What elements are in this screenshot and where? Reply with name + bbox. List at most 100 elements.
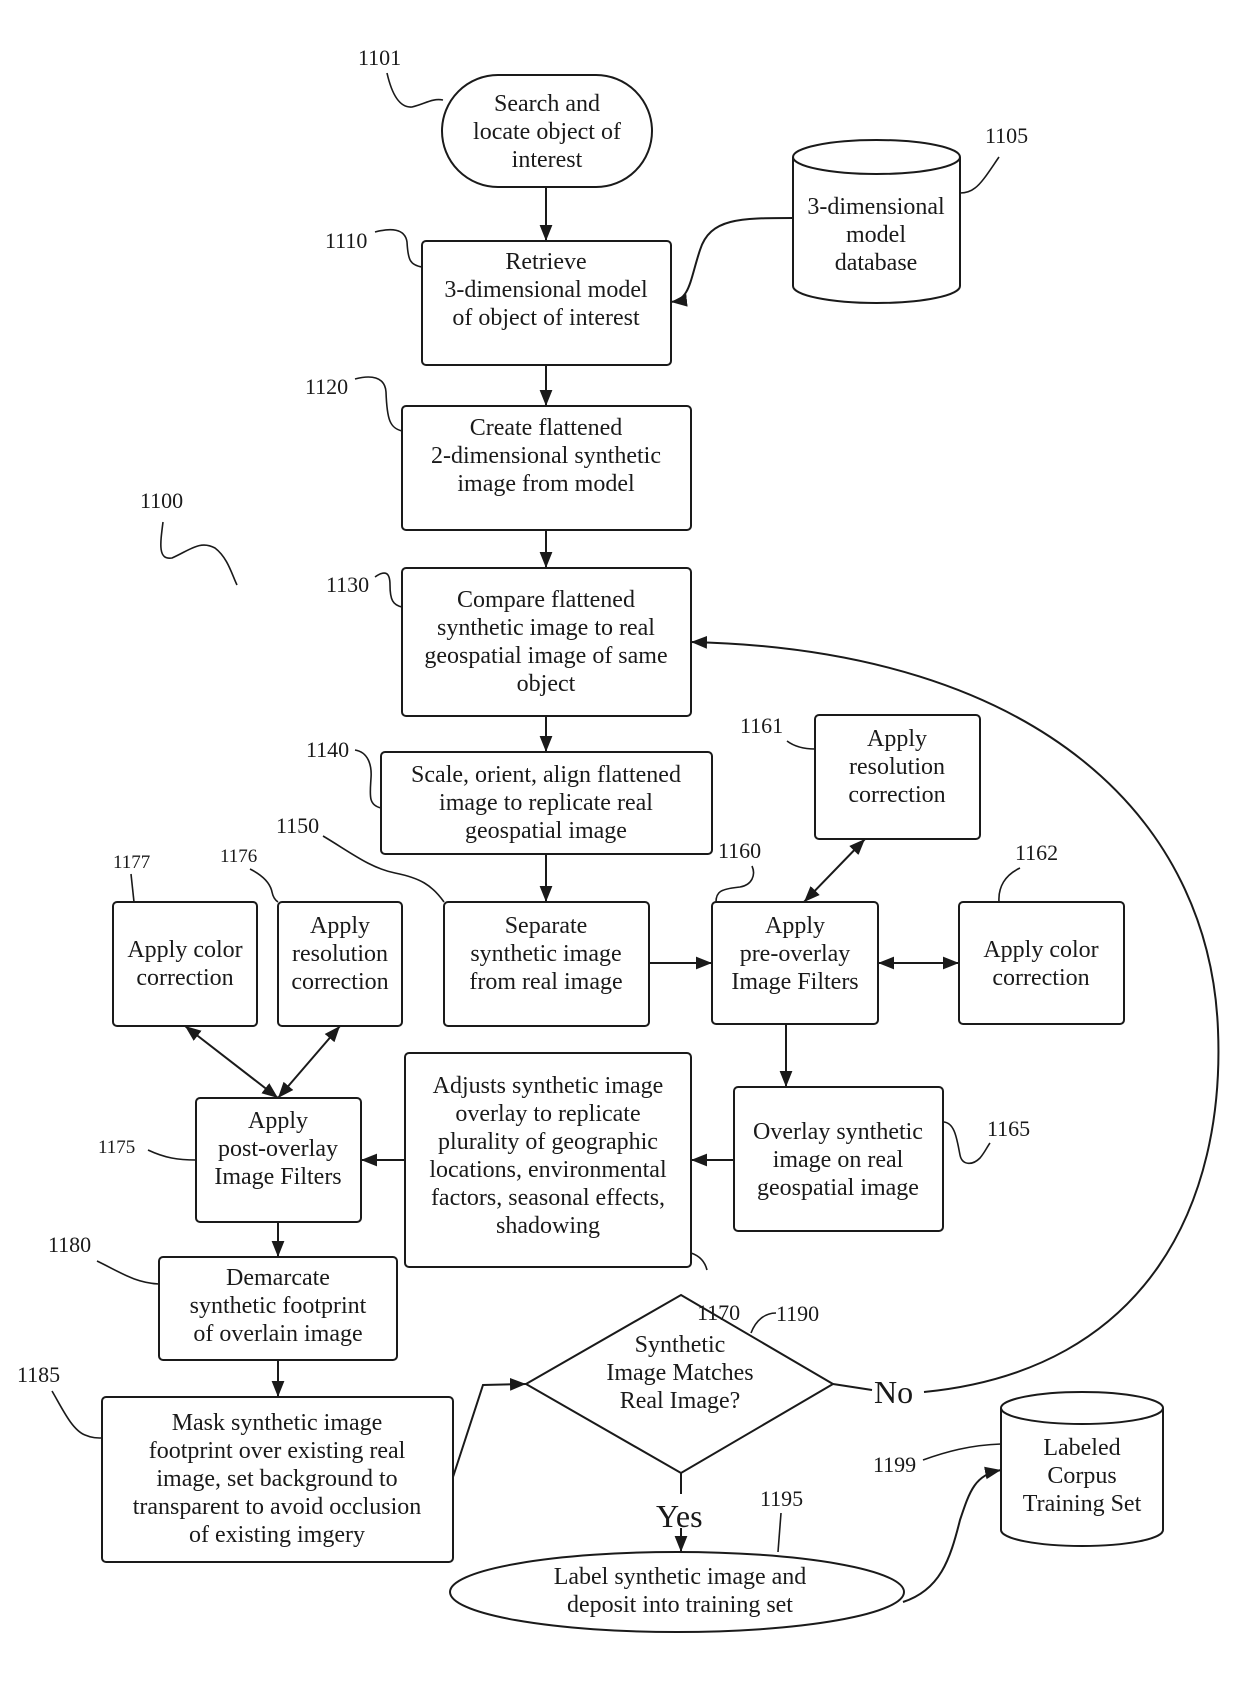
leader-1175 — [147, 1149, 197, 1161]
node-text-line: of overlain image — [193, 1321, 362, 1347]
branch-label-yes: Yes — [656, 1498, 703, 1534]
node-1130: Compare flattened synthetic image to real… — [401, 567, 692, 717]
leader-1180 — [96, 1260, 160, 1285]
node-text-line: 2-dimensional synthetic — [431, 443, 661, 469]
database-cylinder-top — [792, 139, 961, 175]
node-text-line: correction — [848, 782, 945, 808]
node-text-line: from real image — [469, 969, 622, 995]
node-text-line: interest — [512, 147, 583, 173]
branch-label-no: No — [874, 1374, 913, 1410]
node-text-line: Real Image? — [620, 1388, 741, 1414]
node-text-line: Image Filters — [214, 1164, 341, 1190]
ref-label-1185: 1185 — [17, 1362, 60, 1387]
leader-1190 — [750, 1312, 777, 1334]
leader-1100 — [160, 521, 238, 586]
ref-label-1101: 1101 — [358, 45, 401, 70]
node-1175: Apply post-overlay Image Filters — [195, 1097, 362, 1223]
leader-1161 — [786, 740, 816, 750]
node-text-line: Training Set — [1023, 1491, 1142, 1517]
node-1105: 3-dimensional model database — [792, 139, 961, 304]
node-text-line: synthetic footprint — [190, 1293, 367, 1319]
node-text-line: of object of interest — [452, 305, 640, 331]
node-text-line: of existing imgery — [189, 1522, 365, 1548]
node-1180: Demarcate synthetic footprint of overlain … — [158, 1256, 398, 1361]
node-text-line: correction — [992, 965, 1089, 991]
node-text-line: Apply — [310, 913, 370, 939]
node-text-line: image, set background to — [156, 1466, 397, 1492]
node-text-line: synthetic image — [470, 941, 621, 967]
node-text-line: locate object of — [473, 119, 621, 145]
edge-1160-1161 — [803, 838, 866, 903]
node-text-line: resolution — [849, 754, 945, 780]
node-1195: Label synthetic image and deposit into tr… — [449, 1551, 905, 1633]
node-text-line: resolution — [292, 941, 388, 967]
leader-1199 — [922, 1443, 1002, 1461]
node-text-line: transparent to avoid occlusion — [133, 1494, 422, 1520]
database-cylinder-top — [1000, 1391, 1164, 1425]
leader-1165 — [942, 1121, 991, 1165]
node-text-line: Apply — [867, 726, 927, 752]
node-text-line: Mask synthetic image — [172, 1410, 383, 1436]
node-text-line: Apply — [248, 1108, 308, 1134]
node-text-line: Labeled — [1043, 1435, 1120, 1461]
leader-1177 — [130, 873, 135, 903]
node-text-line: correction — [136, 965, 233, 991]
node-text-line: Corpus — [1047, 1463, 1116, 1489]
node-1140: Scale, orient, align flattened image to r… — [380, 751, 713, 855]
node-text-line: geospatial image — [465, 818, 627, 844]
node-text-line: correction — [291, 969, 388, 995]
ref-label-1176: 1176 — [220, 846, 257, 867]
leader-1101 — [386, 72, 444, 108]
ref-label-1140: 1140 — [306, 737, 349, 762]
node-1101: Search and locate object of interest — [441, 74, 653, 188]
node-1110: Retrieve 3-dimensional model of object of … — [421, 240, 672, 366]
ref-label-1180: 1180 — [48, 1232, 91, 1257]
node-1176: Apply resolution correction — [277, 901, 403, 1027]
node-1177: Apply color correction — [112, 901, 258, 1027]
process-box — [958, 901, 1125, 1025]
node-text-line: Search and — [494, 91, 600, 117]
node-text-line: model — [846, 222, 906, 248]
ref-label-1120: 1120 — [305, 374, 348, 399]
node-text-line: Apply color — [127, 937, 242, 963]
ref-label-1150: 1150 — [276, 813, 319, 838]
node-text-line: image on real — [773, 1147, 904, 1173]
leader-1195 — [777, 1512, 782, 1553]
leader-1120 — [354, 376, 403, 432]
node-text-line: Retrieve — [505, 249, 586, 275]
node-text-line: 3-dimensional model — [444, 277, 648, 303]
node-text-line: shadowing — [496, 1213, 600, 1239]
leader-1170 — [690, 1252, 708, 1271]
node-text-line: geospatial image — [757, 1175, 919, 1201]
node-1120: Create flattened 2-dimensional synthetic i… — [401, 405, 692, 531]
process-box — [112, 901, 258, 1027]
node-text-line: Apply — [765, 913, 825, 939]
node-text-line: synthetic image to real — [437, 615, 655, 641]
edge-1175-1177 — [184, 1025, 279, 1099]
ref-label-1177: 1177 — [113, 852, 150, 873]
node-text-line: Compare flattened — [457, 587, 635, 613]
node-text-line: footprint over existing real — [149, 1438, 406, 1464]
ref-label-1100: 1100 — [140, 488, 183, 513]
node-text-line: Image Filters — [731, 969, 858, 995]
edge-1185-1190 — [452, 1377, 527, 1478]
node-text-line: Apply color — [983, 937, 1098, 963]
ref-label-1175: 1175 — [98, 1137, 135, 1158]
node-text-line: Create flattened — [470, 415, 623, 441]
node-text-line: geospatial image of same — [424, 643, 667, 669]
node-1162: Apply color correction — [958, 901, 1125, 1025]
leader-1160 — [715, 865, 755, 903]
node-text-line: image from model — [457, 471, 635, 497]
edge-1105-1110 — [670, 217, 794, 307]
ref-label-1199: 1199 — [873, 1452, 916, 1477]
node-text-line: overlay to replicate — [455, 1101, 640, 1127]
node-text-line: deposit into training set — [567, 1592, 793, 1618]
edge-1175-1176 — [277, 1025, 341, 1099]
node-text-line: plurality of geographic — [438, 1129, 658, 1155]
node-text-line: Separate — [505, 913, 588, 939]
leader-1176 — [249, 868, 279, 903]
leader-1110 — [374, 228, 423, 268]
edge-1190-1130-no — [832, 1383, 873, 1391]
flowchart-1100: Search and locate object of interest 3-dim… — [17, 45, 1220, 1633]
ref-label-1161: 1161 — [740, 713, 783, 738]
